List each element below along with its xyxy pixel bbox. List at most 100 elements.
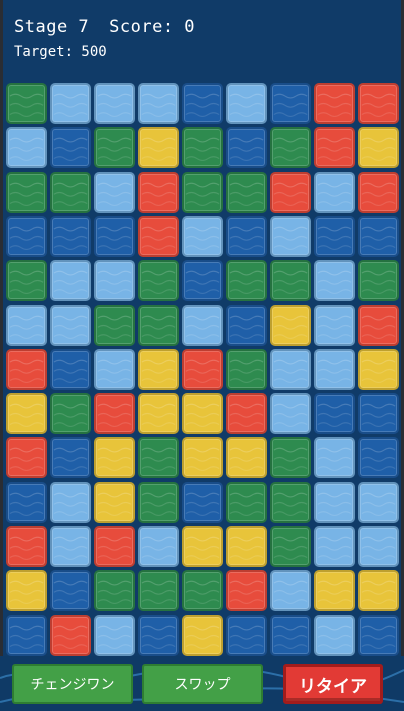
tile-green[interactable] <box>226 348 267 390</box>
tile-red[interactable] <box>270 171 311 213</box>
tile-red[interactable] <box>50 614 91 656</box>
tile-dark-blue[interactable] <box>50 215 91 257</box>
tile-green[interactable] <box>94 304 135 346</box>
change-one-button[interactable]: チェンジワン <box>12 664 133 704</box>
tile-dark-blue[interactable] <box>226 614 267 656</box>
tile-yellow[interactable] <box>138 393 179 435</box>
tile-green[interactable] <box>138 570 179 612</box>
tile-dark-blue[interactable] <box>358 215 399 257</box>
tile-red[interactable] <box>358 171 399 213</box>
tile-green[interactable] <box>6 171 47 213</box>
tile-green[interactable] <box>138 260 179 302</box>
tile-light-blue[interactable] <box>314 171 355 213</box>
tile-light-blue[interactable] <box>6 127 47 169</box>
tile-dark-blue[interactable] <box>94 215 135 257</box>
retire-button[interactable]: リタイア <box>283 664 383 704</box>
tile-red[interactable] <box>182 348 223 390</box>
tile-yellow[interactable] <box>94 481 135 523</box>
tile-red[interactable] <box>6 437 47 479</box>
tile-green[interactable] <box>94 570 135 612</box>
tile-yellow[interactable] <box>138 348 179 390</box>
tile-dark-blue[interactable] <box>226 127 267 169</box>
tile-dark-blue[interactable] <box>226 215 267 257</box>
tile-yellow[interactable] <box>314 570 355 612</box>
tile-dark-blue[interactable] <box>182 260 223 302</box>
tile-green[interactable] <box>182 570 223 612</box>
tile-light-blue[interactable] <box>182 304 223 346</box>
tile-light-blue[interactable] <box>314 526 355 567</box>
tile-green[interactable] <box>270 481 311 523</box>
tile-dark-blue[interactable] <box>50 348 91 390</box>
tile-green[interactable] <box>138 437 179 479</box>
tile-red[interactable] <box>6 348 47 390</box>
tile-light-blue[interactable] <box>314 481 355 523</box>
tile-green[interactable] <box>6 260 47 302</box>
tile-dark-blue[interactable] <box>314 215 355 257</box>
tile-light-blue[interactable] <box>358 526 399 567</box>
tile-green[interactable] <box>226 481 267 523</box>
tile-red[interactable] <box>314 83 355 124</box>
tile-green[interactable] <box>182 171 223 213</box>
tile-dark-blue[interactable] <box>50 127 91 169</box>
tile-red[interactable] <box>226 570 267 612</box>
tile-green[interactable] <box>138 481 179 523</box>
tile-dark-blue[interactable] <box>358 614 399 656</box>
tile-green[interactable] <box>270 260 311 302</box>
tile-light-blue[interactable] <box>50 481 91 523</box>
tile-green[interactable] <box>182 127 223 169</box>
tile-light-blue[interactable] <box>6 304 47 346</box>
tile-yellow[interactable] <box>6 570 47 612</box>
tile-light-blue[interactable] <box>270 393 311 435</box>
tile-dark-blue[interactable] <box>50 437 91 479</box>
tile-dark-blue[interactable] <box>358 393 399 435</box>
tile-red[interactable] <box>94 393 135 435</box>
tile-red[interactable] <box>314 127 355 169</box>
tile-light-blue[interactable] <box>314 260 355 302</box>
tile-red[interactable] <box>358 83 399 124</box>
tile-red[interactable] <box>6 526 47 567</box>
tile-green[interactable] <box>138 304 179 346</box>
tile-yellow[interactable] <box>358 570 399 612</box>
tile-light-blue[interactable] <box>270 348 311 390</box>
tile-yellow[interactable] <box>182 393 223 435</box>
tile-light-blue[interactable] <box>182 215 223 257</box>
tile-yellow[interactable] <box>182 437 223 479</box>
tile-red[interactable] <box>138 171 179 213</box>
tile-yellow[interactable] <box>182 526 223 567</box>
tile-dark-blue[interactable] <box>358 437 399 479</box>
tile-light-blue[interactable] <box>94 614 135 656</box>
tile-yellow[interactable] <box>270 304 311 346</box>
tile-light-blue[interactable] <box>226 83 267 124</box>
tile-green[interactable] <box>94 127 135 169</box>
tile-yellow[interactable] <box>226 437 267 479</box>
tile-yellow[interactable] <box>94 437 135 479</box>
tile-dark-blue[interactable] <box>270 83 311 124</box>
tile-green[interactable] <box>226 260 267 302</box>
tile-light-blue[interactable] <box>138 83 179 124</box>
tile-dark-blue[interactable] <box>182 481 223 523</box>
tile-light-blue[interactable] <box>94 260 135 302</box>
tile-green[interactable] <box>358 260 399 302</box>
tile-dark-blue[interactable] <box>138 614 179 656</box>
tile-dark-blue[interactable] <box>270 614 311 656</box>
tile-dark-blue[interactable] <box>6 215 47 257</box>
tile-light-blue[interactable] <box>270 215 311 257</box>
swap-button[interactable]: スワップ <box>142 664 263 704</box>
tile-yellow[interactable] <box>226 526 267 567</box>
tile-light-blue[interactable] <box>50 304 91 346</box>
tile-dark-blue[interactable] <box>182 83 223 124</box>
tile-green[interactable] <box>226 171 267 213</box>
tile-light-blue[interactable] <box>270 570 311 612</box>
tile-green[interactable] <box>270 127 311 169</box>
tile-dark-blue[interactable] <box>226 304 267 346</box>
tile-green[interactable] <box>270 526 311 567</box>
tile-yellow[interactable] <box>182 614 223 656</box>
tile-light-blue[interactable] <box>138 526 179 567</box>
tile-light-blue[interactable] <box>94 83 135 124</box>
tile-light-blue[interactable] <box>50 526 91 567</box>
tile-green[interactable] <box>50 393 91 435</box>
tile-dark-blue[interactable] <box>6 481 47 523</box>
tile-yellow[interactable] <box>358 127 399 169</box>
tile-yellow[interactable] <box>6 393 47 435</box>
tile-yellow[interactable] <box>358 348 399 390</box>
